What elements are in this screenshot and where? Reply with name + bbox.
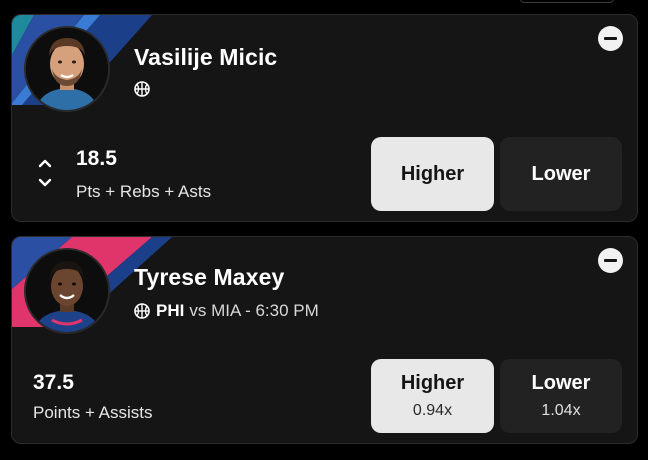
lower-label: Lower bbox=[531, 163, 591, 185]
player-name: Tyrese Maxey bbox=[134, 264, 285, 290]
team-abbreviation: PHI bbox=[156, 301, 185, 320]
stat-type: Points + Assists bbox=[33, 403, 153, 422]
higher-label: Higher bbox=[400, 371, 465, 394]
player-headshot bbox=[24, 248, 110, 334]
higher-label: Higher bbox=[400, 163, 465, 185]
pick-card: Tyrese Maxey PHI vs MIA - 6:30 PM 37.5 P… bbox=[11, 236, 638, 444]
remove-pick-button[interactable] bbox=[598, 248, 623, 273]
pick-list: Vasilije Micic 18.5 Pts + Rebs + Asts Hi… bbox=[0, 0, 648, 460]
basketball-icon bbox=[134, 81, 150, 97]
stat-type: Pts + Rebs + Asts bbox=[76, 182, 212, 201]
game-info: PHI vs MIA - 6:30 PM bbox=[134, 301, 319, 321]
lower-label: Lower bbox=[531, 371, 591, 394]
basketball-icon bbox=[134, 303, 150, 319]
projection-line: 18.5 bbox=[76, 147, 117, 170]
higher-button[interactable]: Higher 0.94x bbox=[371, 359, 494, 433]
lower-button[interactable]: Lower 1.04x bbox=[500, 359, 622, 433]
higher-multiplier: 0.94x bbox=[412, 401, 453, 419]
remove-pick-button[interactable] bbox=[598, 26, 623, 51]
game-info bbox=[134, 79, 150, 99]
matchup-time: vs MIA - 6:30 PM bbox=[189, 301, 319, 320]
lower-button[interactable]: Lower bbox=[500, 137, 622, 211]
projection-line: 37.5 bbox=[33, 371, 74, 394]
chevron-up-down-icon[interactable] bbox=[37, 157, 53, 189]
lower-multiplier: 1.04x bbox=[541, 401, 581, 419]
player-headshot bbox=[24, 26, 110, 112]
previous-card-edge bbox=[520, 0, 614, 3]
higher-button[interactable]: Higher bbox=[371, 137, 494, 211]
player-name: Vasilije Micic bbox=[134, 44, 278, 70]
pick-card: Vasilije Micic 18.5 Pts + Rebs + Asts Hi… bbox=[11, 14, 638, 222]
